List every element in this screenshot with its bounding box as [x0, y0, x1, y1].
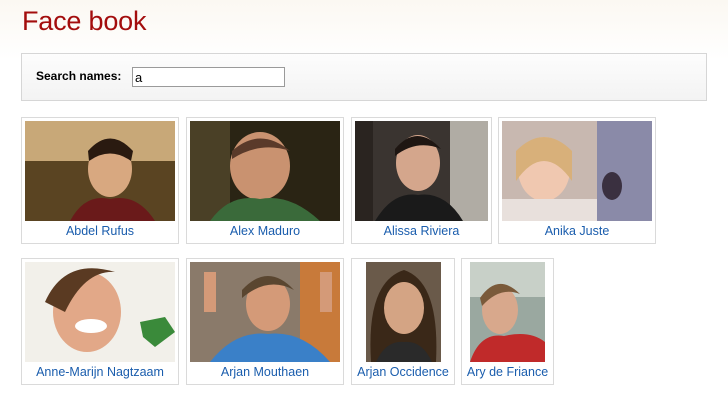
person-photo[interactable] — [502, 121, 652, 221]
person-name-link[interactable]: Anika Juste — [499, 224, 655, 238]
person-card[interactable]: Abdel Rufus — [21, 117, 179, 244]
person-name-link[interactable]: Arjan Mouthaen — [187, 365, 343, 379]
person-photo[interactable] — [190, 121, 340, 221]
person-card[interactable]: Alissa Riviera — [351, 117, 492, 244]
person-photo[interactable] — [470, 262, 545, 362]
person-name-link[interactable]: Alissa Riviera — [352, 224, 491, 238]
person-name-link[interactable]: Ary de Friance — [462, 365, 553, 379]
person-card[interactable]: Anne-Marijn Nagtzaam — [21, 258, 179, 385]
person-card[interactable]: Arjan Occidence — [351, 258, 455, 385]
person-photo[interactable] — [25, 262, 175, 362]
search-label: Search names: — [36, 69, 122, 83]
person-name-link[interactable]: Alex Maduro — [187, 224, 343, 238]
person-card[interactable]: Ary de Friance — [461, 258, 554, 385]
search-input[interactable] — [132, 67, 285, 87]
person-card[interactable]: Anika Juste — [498, 117, 656, 244]
person-card[interactable]: Alex Maduro — [186, 117, 344, 244]
person-card[interactable]: Arjan Mouthaen — [186, 258, 344, 385]
page-title: Face book — [22, 6, 147, 36]
person-photo[interactable] — [25, 121, 175, 221]
person-name-link[interactable]: Abdel Rufus — [22, 224, 178, 238]
person-photo[interactable] — [190, 262, 340, 362]
person-photo[interactable] — [355, 121, 488, 221]
search-panel: Search names: — [21, 53, 707, 101]
person-name-link[interactable]: Anne-Marijn Nagtzaam — [22, 365, 178, 379]
person-photo[interactable] — [366, 262, 441, 362]
person-name-link[interactable]: Arjan Occidence — [352, 365, 454, 379]
